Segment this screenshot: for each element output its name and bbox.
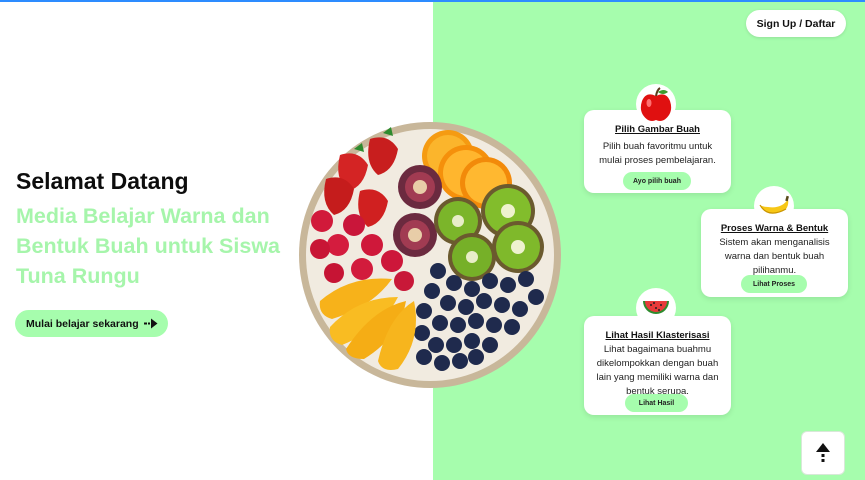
- start-learning-button[interactable]: Mulai belajar sekarang: [15, 310, 168, 337]
- card-description: Lihat bagaimana buahmu dikelompokkan den…: [596, 344, 719, 397]
- signup-button[interactable]: Sign Up / Daftar: [746, 10, 846, 37]
- apple-icon-badge: [636, 84, 676, 124]
- card-description: Sistem akan menganalisis warna dan bentu…: [719, 237, 830, 276]
- view-process-button[interactable]: Lihat Proses: [741, 275, 807, 293]
- hero-title: Selamat Datang: [16, 168, 189, 194]
- banana-icon: [759, 195, 789, 214]
- start-learning-label: Mulai belajar sekarang: [26, 317, 139, 330]
- view-results-button[interactable]: Lihat Hasil: [625, 394, 688, 412]
- card-title: Lihat Hasil Klasterisasi: [605, 330, 710, 341]
- card-lihat-hasil-klasterisasi: Lihat Hasil Klasterisasi Lihat bagaimana…: [584, 316, 731, 415]
- apple-icon: [640, 87, 672, 121]
- arrow-right-icon: [144, 318, 158, 329]
- scroll-to-top-button[interactable]: [801, 431, 845, 475]
- choose-fruit-button[interactable]: Ayo pilih buah: [623, 172, 691, 190]
- card-title: Pilih Gambar Buah: [615, 124, 700, 135]
- fruit-plate-image: [299, 122, 561, 388]
- watermelon-icon-badge: [636, 288, 676, 328]
- banana-icon-badge: [754, 186, 794, 226]
- arrow-up-icon: [816, 443, 830, 462]
- watermelon-icon: [643, 301, 669, 314]
- hero-subtitle: Media Belajar Warna dan Bentuk Buah untu…: [16, 204, 281, 288]
- card-description: Pilih buah favoritmu untuk mulai proses …: [599, 141, 716, 166]
